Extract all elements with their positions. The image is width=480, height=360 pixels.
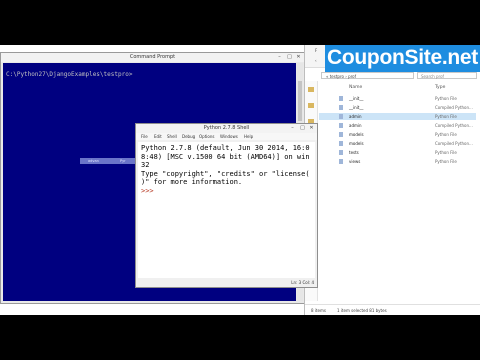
python-title-bar[interactable]: Python 2.7.8 Shell – □ ✕ xyxy=(136,124,317,133)
minimize-button[interactable]: – xyxy=(275,54,284,60)
search-input[interactable]: Search prof xyxy=(417,72,477,79)
selection-left-text: advan xyxy=(88,159,99,163)
python-file-icon xyxy=(339,114,343,119)
file-type: Python File xyxy=(435,114,457,119)
cmd-scroll-thumb[interactable] xyxy=(298,81,302,121)
menu-help[interactable]: Help xyxy=(244,134,253,139)
file-row[interactable]: models Python File xyxy=(319,131,476,138)
cmd-prompt-line: C:\Python27\DjangoExamples\testpro> xyxy=(6,71,133,78)
python-file-icon xyxy=(339,150,343,155)
file-row[interactable]: admin Compiled Python... xyxy=(319,122,476,129)
close-button[interactable]: ✕ xyxy=(307,125,316,131)
file-row[interactable]: __init__ Python File xyxy=(319,95,476,102)
file-name: views xyxy=(349,159,361,164)
column-header[interactable]: Name Type xyxy=(319,85,476,92)
menu-shell[interactable]: Shell xyxy=(167,134,177,139)
file-name: __init__ xyxy=(349,105,364,110)
cmd-title: Command Prompt xyxy=(129,54,176,60)
cmd-title-bar[interactable]: Command Prompt – □ ✕ xyxy=(1,53,304,62)
python-file-icon xyxy=(339,132,343,137)
shell-line: 32 xyxy=(141,161,150,169)
cursor-position: Ln: 3 Col: 4 xyxy=(291,280,314,285)
maximize-button[interactable]: □ xyxy=(285,54,294,60)
compiled-file-icon xyxy=(339,141,343,146)
menu-options[interactable]: Options xyxy=(199,134,214,139)
shell-line: Python 2.7.8 (default, Jun 30 2014, 16:0 xyxy=(141,144,310,152)
folder-icon[interactable] xyxy=(308,103,314,108)
selection-info: 1 item selected 81 bytes xyxy=(337,308,387,313)
compiled-file-icon xyxy=(339,105,343,110)
python-file-icon xyxy=(339,96,343,101)
address-path: « testpro › prof xyxy=(326,74,357,79)
file-row[interactable]: tests Python File xyxy=(319,149,476,156)
coupon-banner: CouponSite.net xyxy=(325,45,480,72)
file-type: Python File xyxy=(435,159,457,164)
minimize-button[interactable]: – xyxy=(288,125,297,131)
folder-icon[interactable] xyxy=(308,87,314,92)
file-row[interactable]: views Python File xyxy=(319,158,476,165)
file-type: Compiled Python... xyxy=(435,141,473,146)
python-shell-text[interactable]: Python 2.7.8 (default, Jun 30 2014, 16:0… xyxy=(138,142,315,278)
python-status-bar: Ln: 3 Col: 4 xyxy=(136,279,317,287)
file-name: admin xyxy=(349,123,362,128)
python-file-icon xyxy=(339,159,343,164)
column-name[interactable]: Name xyxy=(349,85,362,90)
file-name: tests xyxy=(349,150,359,155)
item-count: 8 items xyxy=(311,308,326,313)
selection-right-text: Pyr xyxy=(120,159,126,163)
menu-windows[interactable]: Windows xyxy=(220,134,238,139)
file-name: models xyxy=(349,132,364,137)
file-name: models xyxy=(349,141,364,146)
file-explorer-window[interactable]: F ‹ « testpro › prof Search prof Name Ty… xyxy=(304,45,480,315)
python-menu-bar[interactable]: File Edit Shell Debug Options Windows He… xyxy=(136,133,317,140)
shell-line: 8:48) [MSC v.1500 64 bit (AMD64)] on win xyxy=(141,152,310,161)
compiled-file-icon xyxy=(339,123,343,128)
shell-prompt: >>> xyxy=(141,186,158,195)
desktop: Command Prompt – □ ✕ C:\Python27\DjangoE… xyxy=(0,45,480,315)
menu-debug[interactable]: Debug xyxy=(182,134,195,139)
file-type: Python File xyxy=(435,132,457,137)
file-type: Compiled Python... xyxy=(435,123,473,128)
close-button[interactable]: ✕ xyxy=(294,54,303,60)
file-name: __init__ xyxy=(349,96,364,101)
file-row[interactable]: __init__ Compiled Python... xyxy=(319,104,476,111)
column-type[interactable]: Type xyxy=(435,85,445,90)
menu-edit[interactable]: Edit xyxy=(154,134,162,139)
address-bar[interactable]: « testpro › prof xyxy=(321,72,414,79)
search-placeholder: Search prof xyxy=(421,74,444,79)
shell-line: Type "copyright", "credits" or "license( xyxy=(141,169,310,178)
maximize-button[interactable]: □ xyxy=(298,125,307,131)
file-type: Python File xyxy=(435,96,457,101)
file-type: Compiled Python... xyxy=(435,105,473,110)
back-icon[interactable]: ‹ xyxy=(315,58,317,63)
file-row[interactable]: models Compiled Python... xyxy=(319,140,476,147)
file-name: admin xyxy=(349,114,362,119)
file-tab[interactable]: F xyxy=(315,48,317,53)
file-row-selected[interactable]: admin Python File xyxy=(319,113,476,120)
menu-file[interactable]: File xyxy=(141,134,148,139)
explorer-status-bar: 8 items 1 item selected 81 bytes xyxy=(305,304,480,315)
python-shell-window[interactable]: Python 2.7.8 Shell – □ ✕ File Edit Shell… xyxy=(135,123,318,288)
shell-line: )" for more information. xyxy=(141,178,243,186)
file-type: Python File xyxy=(435,150,457,155)
